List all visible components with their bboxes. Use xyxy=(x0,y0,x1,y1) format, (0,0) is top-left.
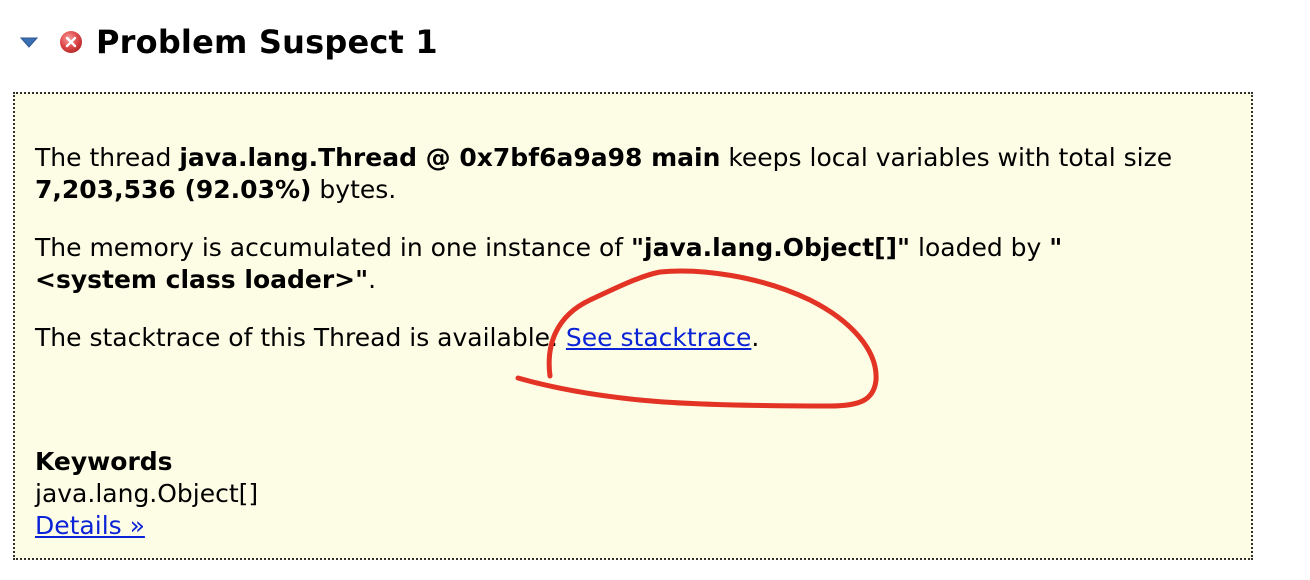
keywords-heading: Keywords xyxy=(35,447,173,476)
suspect-description-panel: The thread java.lang.Thread @ 0x7bf6a9a9… xyxy=(13,92,1253,560)
error-icon xyxy=(58,29,84,55)
details-link[interactable]: Details » xyxy=(35,511,145,540)
text: keeps local variables with total size xyxy=(720,143,1173,172)
details-link-row: Details » xyxy=(35,510,145,542)
thread-summary-paragraph: The thread java.lang.Thread @ 0x7bf6a9a9… xyxy=(35,142,1172,206)
text: The thread xyxy=(35,143,180,172)
retained-size: 7,203,536 (92.03%) xyxy=(35,175,312,204)
class-loader-name: <system class loader>" xyxy=(35,265,369,294)
text: The stacktrace of this Thread is availab… xyxy=(35,323,566,352)
stacktrace-paragraph: The stacktrace of this Thread is availab… xyxy=(35,322,759,354)
section-header: Problem Suspect 1 xyxy=(18,20,438,64)
thread-name: java.lang.Thread @ 0x7bf6a9a98 main xyxy=(179,143,721,172)
see-stacktrace-link[interactable]: See stacktrace xyxy=(566,323,751,352)
accumulation-paragraph: The memory is accumulated in one instanc… xyxy=(35,232,1062,296)
keyword-value: java.lang.Object[] xyxy=(35,479,259,508)
text: bytes. xyxy=(311,175,397,204)
text: . xyxy=(751,323,760,352)
chevron-down-icon[interactable] xyxy=(18,31,40,53)
text: The memory is accumulated in one instanc… xyxy=(35,233,631,262)
text: loaded by xyxy=(910,233,1050,262)
loader-quote: " xyxy=(1049,233,1063,262)
text: . xyxy=(368,265,377,294)
class-name: "java.lang.Object[]" xyxy=(630,233,911,262)
section-title: Problem Suspect 1 xyxy=(96,23,438,61)
